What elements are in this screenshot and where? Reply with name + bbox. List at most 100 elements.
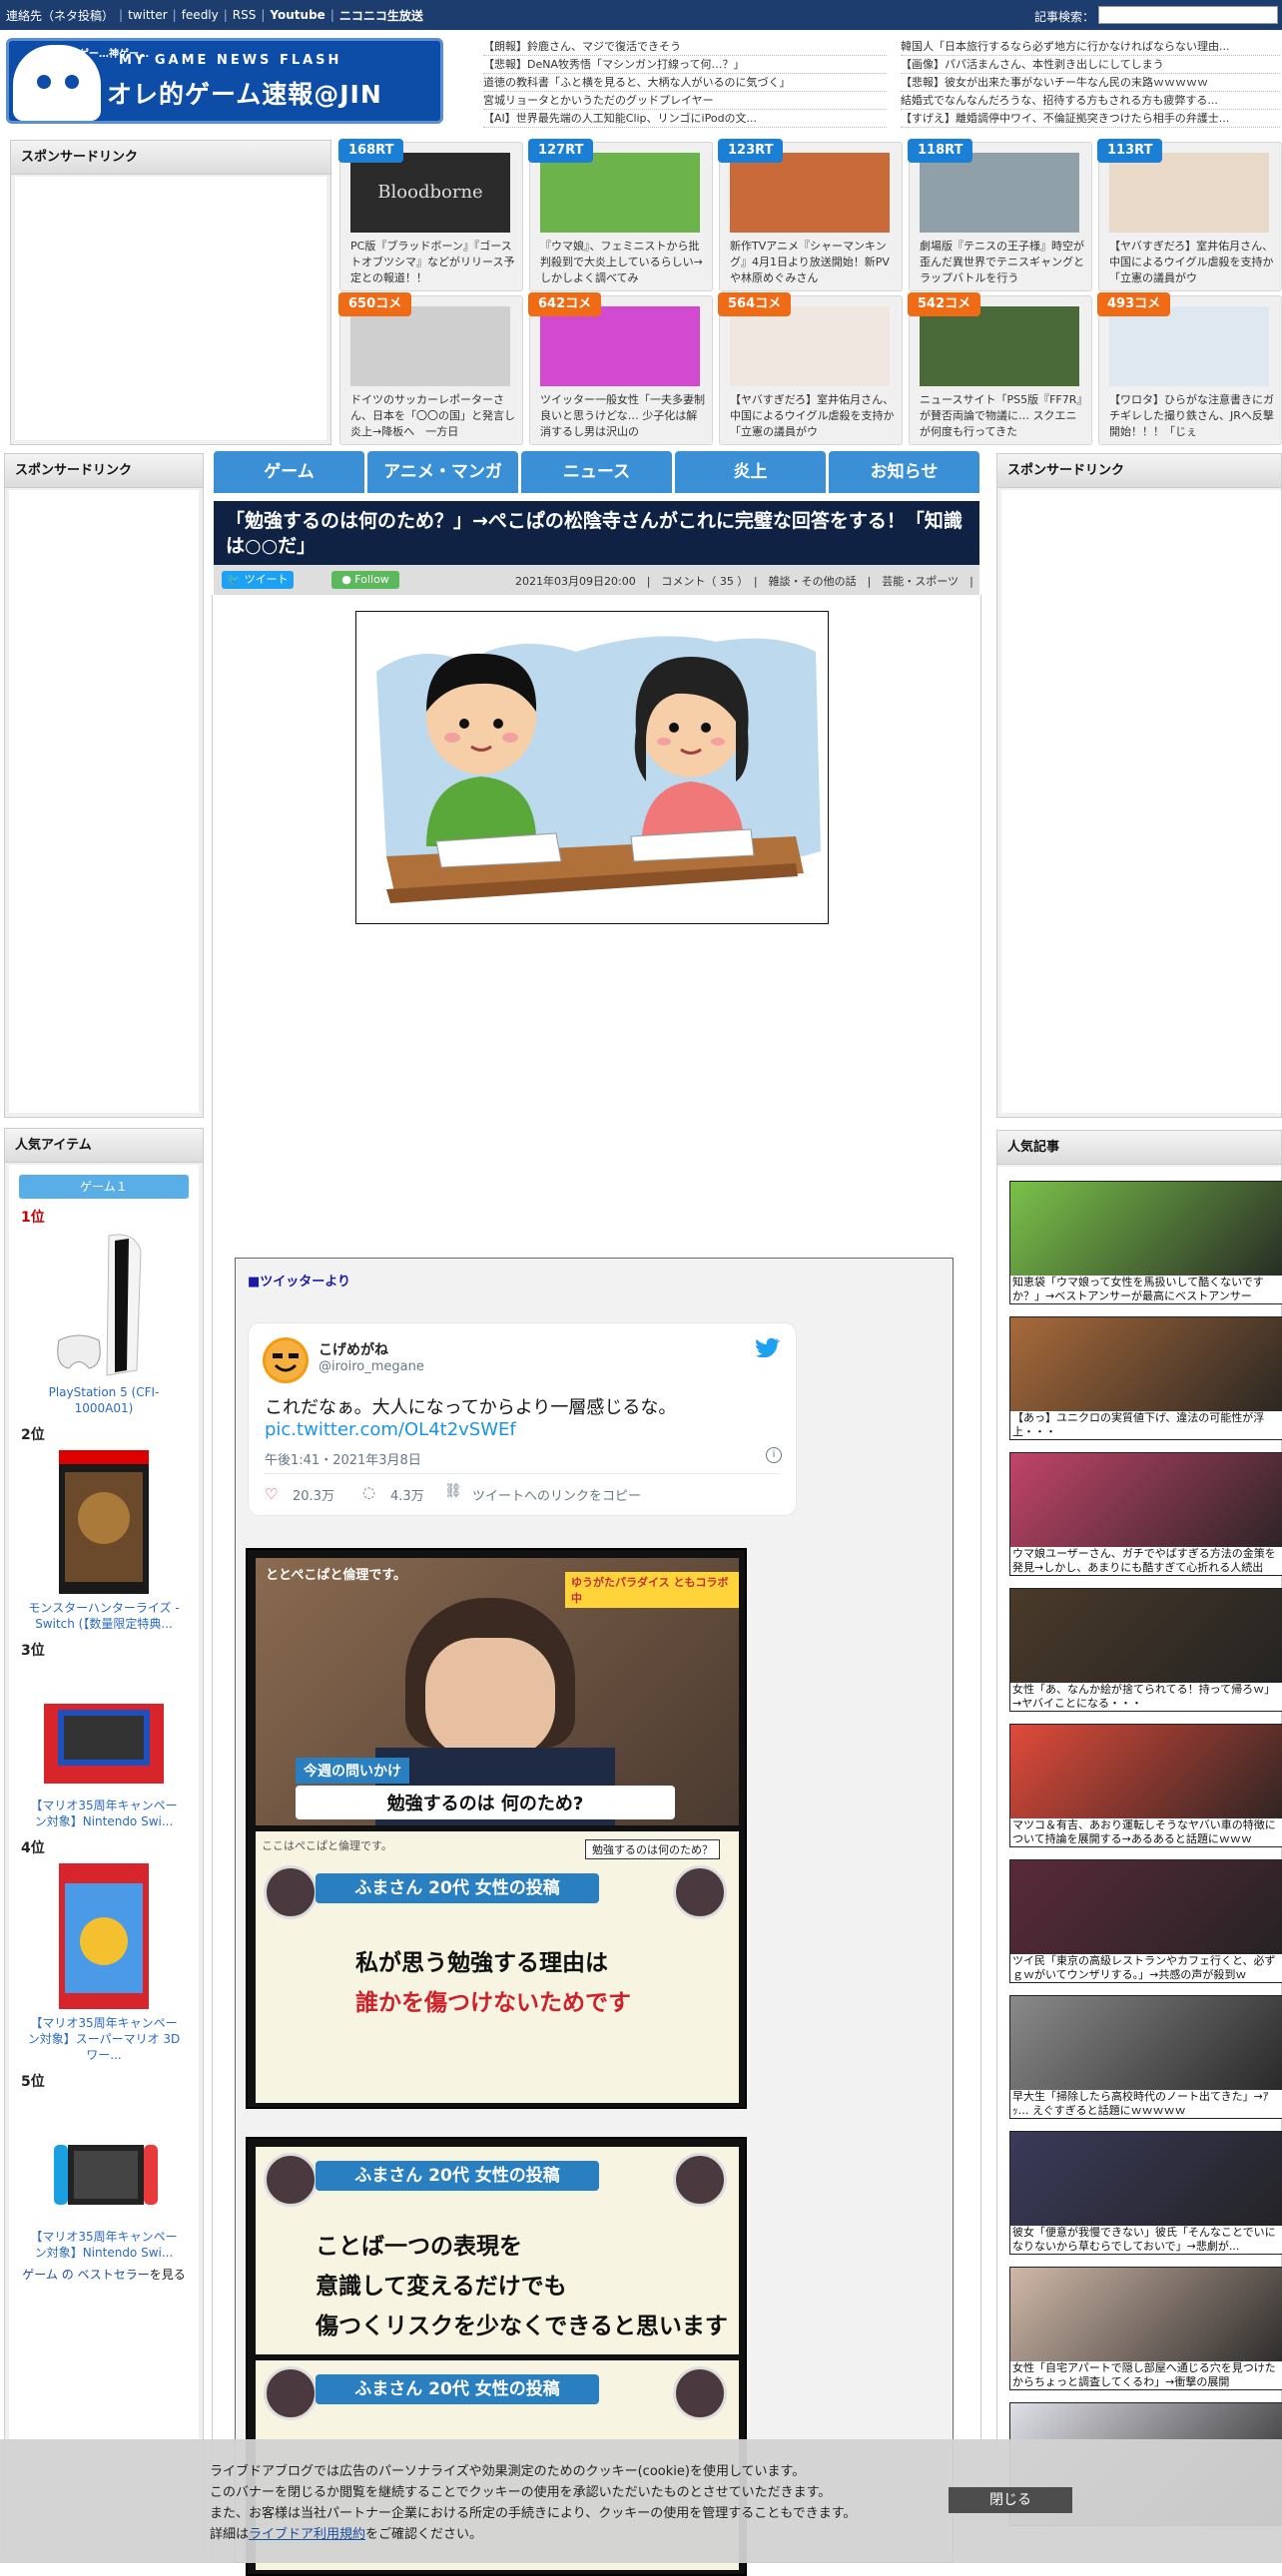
tweet-author-name[interactable]: こげめがね bbox=[319, 1339, 388, 1359]
card-title[interactable]: ニュースサイト「PS5版『FF7R』が賛否両論で物議に… スクエニが何度も行って… bbox=[920, 392, 1085, 442]
card-title[interactable]: 劇場版『テニスの王子様』時空が歪んだ異世界でテニスギャングとラップバトルを行う bbox=[920, 239, 1085, 288]
headline-link[interactable]: 【すげえ】離婚調停中ワイ、不倫証拠突きつけたら相手の弁護士... bbox=[901, 110, 1280, 128]
ps5-product-image[interactable] bbox=[49, 1231, 159, 1380]
tab-notice[interactable]: お知らせ bbox=[829, 451, 979, 493]
product-name[interactable]: 【マリオ35周年キャンペーン対象】Nintendo Swi... bbox=[9, 2225, 199, 2261]
search-input[interactable] bbox=[1098, 6, 1278, 24]
popular-article-item[interactable]: 女性「自宅アパートで隠し部屋へ通じる穴を見つけたからちょっと調査してくるわ」→衝… bbox=[1009, 2267, 1282, 2390]
super-mario-3d-world-product-image[interactable] bbox=[57, 1861, 151, 2011]
tweet-image-1[interactable]: ととぺこぱと倫理です。 ゆうがたパラダイス ともコラボ中 今週の問いかけ 勉強す… bbox=[246, 1548, 747, 2109]
ranking-card[interactable]: 542コメ ニュースサイト「PS5版『FF7R』が賛否両論で物議に… スクエニが何… bbox=[908, 292, 1092, 445]
bestseller-link[interactable]: ゲーム の ベストセラー bbox=[22, 2268, 150, 2282]
popular-article-caption[interactable]: ツイ民「東京の高級レストランやカフェ行くと、必ずｇｗがいてウンザリする。」→共感… bbox=[1010, 1954, 1282, 1982]
popular-article-item[interactable]: 【あっ】ユニクロの実質値下げ、違法の可能性が浮上・・・ bbox=[1009, 1316, 1282, 1440]
niconico-link[interactable]: ニコニコ生放送 bbox=[339, 7, 423, 24]
popular-article-caption[interactable]: 知恵袋「ウマ娘って女性を馬扱いして酷くないですか？」→ベストアンサーが最高にベス… bbox=[1010, 1276, 1282, 1303]
ranking-card[interactable]: 123RT 新作TVアニメ『シャーマンキング』4月1日より放送開始！新PVや林原め… bbox=[718, 139, 903, 291]
ranking-card[interactable]: Bloodborne 168RT PC版『ブラッドボーン』『ゴーストオブツシマ』など… bbox=[338, 139, 523, 291]
ranking-card[interactable]: 650コメ ドイツのサッカーレポーターさん、日本を「〇〇の国」と発言し炎上→降板へ… bbox=[338, 292, 523, 445]
card-title[interactable]: ツイッター一般女性「一夫多妻制良いと思うけどな… 少子化は解消するし男は沢山の bbox=[540, 392, 706, 442]
product-name[interactable]: 【マリオ35周年キャンペーン対象】スーパーマリオ 3Dワー... bbox=[9, 2011, 199, 2063]
popular-article-item[interactable]: マツコ＆有吉、あおり運転しそうなヤバい車の特徴について持論を展開する→あるあると… bbox=[1009, 1724, 1282, 1847]
headline-link[interactable]: 結婚式でなんなんだろうな、招待する方もされる方も疲弊する... bbox=[901, 92, 1280, 110]
popular-article-caption[interactable]: ウマ娘ユーザーさん、ガチでやばすぎる方法の金策を発見→しかし、あまりにも酷すぎて… bbox=[1010, 1547, 1282, 1575]
card-thumbnail[interactable] bbox=[540, 153, 700, 233]
card-thumbnail[interactable]: Bloodborne bbox=[350, 153, 510, 233]
card-title[interactable]: PC版『ブラッドボーン』『ゴーストオブツシマ』などがリリース予定との報道！！ bbox=[350, 239, 516, 288]
tweet-media-link[interactable]: pic.twitter.com/OL4t2vSWEf bbox=[265, 1419, 516, 1440]
cookie-close-button[interactable]: 閉じる bbox=[949, 2487, 1072, 2513]
site-logo[interactable]: 神ゲー…神ゲー… MY GAME NEWS FLASH オレ的ゲーム速報@JIN bbox=[6, 38, 443, 124]
rss-link[interactable]: RSS bbox=[233, 8, 257, 22]
card-thumbnail[interactable] bbox=[1109, 306, 1269, 386]
popular-article-caption[interactable]: 女性「自宅アパートで隠し部屋へ通じる穴を見つけたからちょっと調査してくるわ」→衝… bbox=[1010, 2361, 1282, 2389]
popular-article-item[interactable]: ツイ民「東京の高級レストランやカフェ行くと、必ずｇｗがいてウンザリする。」→共感… bbox=[1009, 1859, 1282, 1983]
popular-article-item[interactable]: 彼女「便意が我慢できない」彼氏「そんなことでいになりないから草むらでしておいで」… bbox=[1009, 2131, 1282, 2255]
card-title[interactable]: 『ウマ娘』、フェミニストから批判殺到で大炎上しているらしい→しかしよく調べてみ bbox=[540, 239, 706, 288]
headline-link[interactable]: 【AI】世界最先端の人工知能Clip、リンゴにiPodの文... bbox=[483, 110, 887, 128]
monster-hunter-rise-product-image[interactable] bbox=[57, 1448, 151, 1596]
card-thumbnail[interactable] bbox=[730, 153, 890, 233]
tab-news[interactable]: ニュース bbox=[521, 451, 672, 493]
headline-link[interactable]: 【画像】パパ活まんさん、本性剥き出しにしてしまう bbox=[901, 56, 1280, 74]
embedded-tweet[interactable]: こげめがね @iroiro_megane これだなぁ。大人になってからより一層感… bbox=[248, 1322, 797, 1516]
tab-game-1[interactable]: ゲーム１ bbox=[19, 1175, 189, 1199]
card-thumbnail[interactable] bbox=[920, 306, 1079, 386]
headline-link[interactable]: 【悲報】DeNA牧秀悟「マシンガン打線って何…？」 bbox=[483, 56, 887, 74]
popular-article-caption[interactable]: 彼女「便意が我慢できない」彼氏「そんなことでいになりないから草むらでしておいで」… bbox=[1010, 2226, 1282, 2254]
tab-enjou[interactable]: 炎上 bbox=[675, 451, 826, 493]
info-icon[interactable]: i bbox=[766, 1447, 782, 1463]
card-thumbnail[interactable] bbox=[730, 306, 890, 386]
popular-article-item[interactable]: 早大生「掃除したら高校時代のノート出てきた」→ｱｯ… えぐすぎると話題にｗｗｗｗ… bbox=[1009, 1995, 1282, 2119]
youtube-link[interactable]: Youtube bbox=[270, 8, 324, 22]
ranking-card[interactable]: 564コメ 【ヤバすぎだろ】室井佑月さん、中国によるウイグル虐殺を支持か「立憲の議… bbox=[718, 292, 903, 445]
twitter-link[interactable]: twitter bbox=[128, 8, 168, 22]
headline-link[interactable]: 韓国人「日本旅行するなら必ず地方に行かなければならない理由... bbox=[901, 38, 1280, 56]
card-thumbnail[interactable] bbox=[920, 153, 1079, 233]
nintendo-switch-product-image[interactable] bbox=[34, 1664, 174, 1794]
card-title[interactable]: 【ワロタ】ひらがな注意書きにガチギレした撮り鉄さん、JRへ反撃開始！！！「じぇ bbox=[1109, 392, 1275, 442]
card-title[interactable]: 【ヤバすぎだろ】室井佑月さん、中国によるウイグル虐殺を支持か「立憲の議員がウ bbox=[730, 392, 896, 442]
ranking-card[interactable]: 127RT 『ウマ娘』、フェミニストから批判殺到で大炎上しているらしい→しかしよく… bbox=[528, 139, 713, 291]
follow-button[interactable]: ● Follow bbox=[331, 571, 399, 589]
card-thumbnail[interactable] bbox=[540, 306, 700, 386]
heart-icon[interactable]: ♡ bbox=[265, 1485, 278, 1503]
popular-article-caption[interactable]: 早大生「掃除したら高校時代のノート出てきた」→ｱｯ… えぐすぎると話題にｗｗｗｗ… bbox=[1010, 2090, 1282, 2118]
card-title[interactable]: ドイツのサッカーレポーターさん、日本を「〇〇の国」と発言し炎上→降板へ 一方日 bbox=[350, 392, 516, 442]
popular-article-item[interactable]: 知恵袋「ウマ娘って女性を馬扱いして酷くないですか？」→ベストアンサーが最高にベス… bbox=[1009, 1181, 1282, 1304]
ranking-card[interactable]: 642コメ ツイッター一般女性「一夫多妻制良いと思うけどな… 少子化は解消するし男… bbox=[528, 292, 713, 445]
card-thumbnail[interactable] bbox=[350, 306, 510, 386]
terms-link[interactable]: ライブドア利用規約 bbox=[249, 2527, 365, 2542]
popular-article-item[interactable]: 女性「あ、なんか絵が捨てられてる！持って帰ろｗ」→ヤバイことになる・・・ bbox=[1009, 1588, 1282, 1712]
reply-icon[interactable]: ◌ bbox=[362, 1483, 375, 1501]
avatar[interactable] bbox=[263, 1337, 309, 1383]
product-name[interactable]: モンスターハンターライズ -Switch (【数量限定特典... bbox=[9, 1596, 199, 1632]
contact-link[interactable]: 連絡先（ネタ投稿） bbox=[6, 7, 114, 24]
nintendo-switch-neon-product-image[interactable] bbox=[34, 2095, 174, 2225]
popular-article-caption[interactable]: 女性「あ、なんか絵が捨てられてる！持って帰ろｗ」→ヤバイことになる・・・ bbox=[1010, 1683, 1282, 1711]
product-name[interactable]: PlayStation 5 (CFI-1000A01) bbox=[9, 1380, 199, 1416]
headline-link[interactable]: 宮城リョータとかいうただのグッドプレイヤー bbox=[483, 92, 887, 110]
card-title[interactable]: 【ヤバすぎだろ】室井佑月さん、中国によるウイグル虐殺を支持か「立憲の議員がウ bbox=[1109, 239, 1275, 288]
card-title[interactable]: 新作TVアニメ『シャーマンキング』4月1日より放送開始！新PVや林原めぐみさん bbox=[730, 239, 896, 288]
headline-link[interactable]: 【朗報】鈴鹿さん、マジで復活できそう bbox=[483, 38, 887, 56]
tweet-timestamp[interactable]: 午後1:41・2021年3月8日 bbox=[265, 1449, 421, 1468]
ranking-card[interactable]: 113RT 【ヤバすぎだろ】室井佑月さん、中国によるウイグル虐殺を支持か「立憲の議… bbox=[1097, 139, 1282, 291]
popular-article-item[interactable]: ウマ娘ユーザーさん、ガチでやばすぎる方法の金策を発見→しかし、あまりにも酷すぎて… bbox=[1009, 1452, 1282, 1576]
tweet-button[interactable]: 🐦 ツイート bbox=[222, 571, 294, 589]
headline-link[interactable]: 【悲報】彼女が出来た事がないチー牛なん民の末路ｗｗｗｗｗ bbox=[901, 74, 1280, 92]
product-name[interactable]: 【マリオ35周年キャンペーン対象】Nintendo Swi... bbox=[9, 1794, 199, 1829]
headline-link[interactable]: 道徳の教科書「ふと横を見ると、大柄な人がいるのに気づく」 bbox=[483, 74, 887, 92]
article-title[interactable]: 「勉強するのは何のため？」→ぺこぱの松陰寺さんがこれに完璧な回答をする！「知識は… bbox=[214, 501, 979, 565]
twitter-bird-icon[interactable] bbox=[756, 1337, 780, 1357]
card-thumbnail[interactable] bbox=[1109, 153, 1269, 233]
link-icon[interactable]: ⛓ bbox=[444, 1483, 462, 1499]
tweet-author-handle[interactable]: @iroiro_megane bbox=[319, 1359, 424, 1374]
tab-anime-manga[interactable]: アニメ・マンガ bbox=[367, 451, 518, 493]
copy-link-button[interactable]: ツイートへのリンクをコピー bbox=[472, 1485, 641, 1504]
popular-article-caption[interactable]: マツコ＆有吉、あおり運転しそうなヤバい車の特徴について持論を展開する→あるあると… bbox=[1010, 1818, 1282, 1846]
popular-article-caption[interactable]: 【あっ】ユニクロの実質値下げ、違法の可能性が浮上・・・ bbox=[1010, 1411, 1282, 1439]
ranking-card[interactable]: 118RT 劇場版『テニスの王子様』時空が歪んだ異世界でテニスギャングとラップバト… bbox=[908, 139, 1092, 291]
feedly-link[interactable]: feedly bbox=[182, 8, 219, 22]
ranking-card[interactable]: 493コメ 【ワロタ】ひらがな注意書きにガチギレした撮り鉄さん、JRへ反撃開始！！… bbox=[1097, 292, 1282, 445]
